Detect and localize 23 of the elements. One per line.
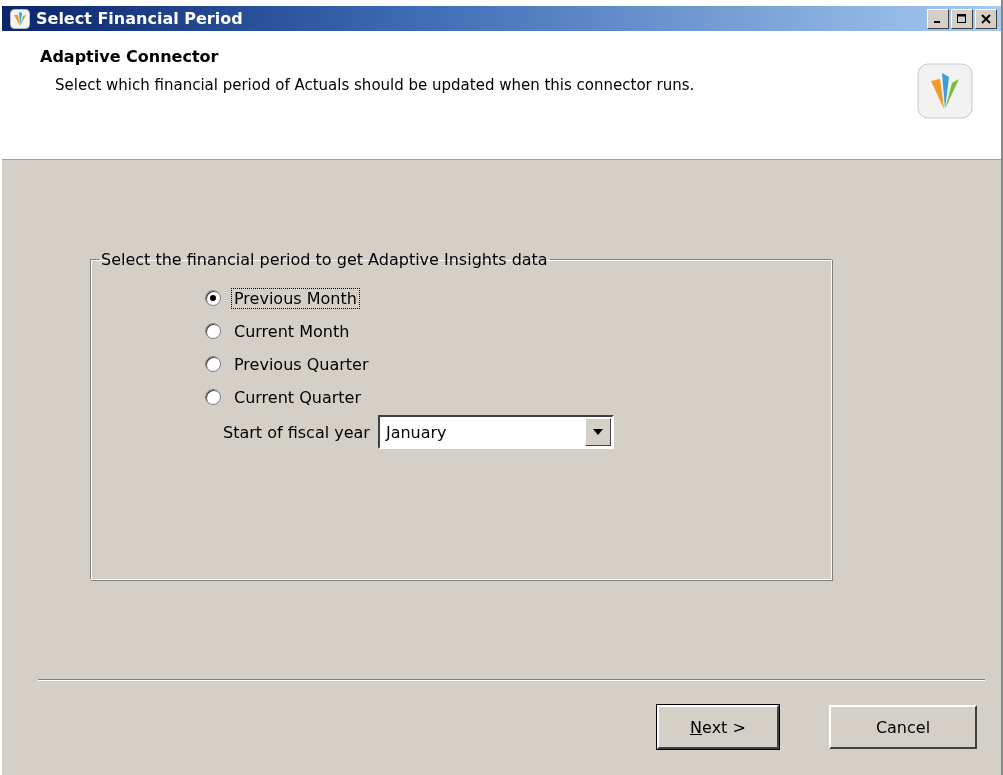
app-logo-icon (917, 63, 973, 119)
radio-button[interactable] (205, 389, 221, 405)
radio-option[interactable]: Previous Month (205, 287, 831, 309)
fiscal-year-label: Start of fiscal year (223, 422, 370, 442)
close-icon[interactable] (981, 13, 991, 24)
window-title: Select Financial Period (36, 9, 244, 28)
group-legend: Select the financial period to get Adaptive Insights data (99, 250, 550, 269)
radio-option[interactable]: Current Quarter (205, 386, 831, 408)
app-logo-icon (10, 8, 30, 29)
radio-button[interactable] (205, 356, 221, 372)
header-title: Adaptive Connector (40, 47, 220, 66)
next-button[interactable]: Next > (657, 705, 779, 749)
radio-option[interactable]: Previous Quarter (205, 353, 831, 375)
minimize-button[interactable] (927, 8, 949, 29)
radio-button[interactable] (205, 290, 221, 306)
cancel-button[interactable]: Cancel (829, 705, 977, 749)
radio-button[interactable] (205, 323, 221, 339)
close-button[interactable] (975, 8, 997, 29)
maximize-icon[interactable] (957, 13, 967, 24)
maximize-button[interactable] (951, 8, 973, 29)
fiscal-year-dropdown[interactable]: January (377, 415, 614, 449)
radio-option[interactable]: Current Month (205, 320, 831, 342)
header-description: Select which financial period of Actuals should be updated when this connector runs. (55, 76, 696, 94)
